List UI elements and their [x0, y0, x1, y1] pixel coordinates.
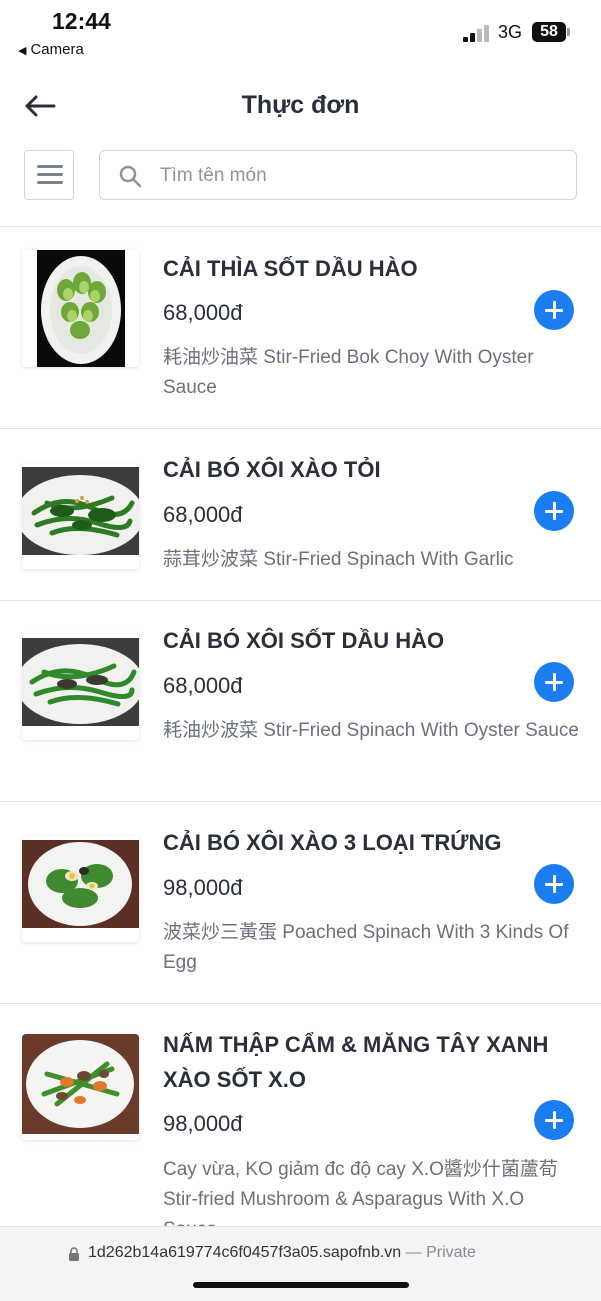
add-to-cart-button[interactable]	[534, 1100, 574, 1140]
item-name: CẢI THÌA SỐT DẦU HÀO	[163, 256, 418, 281]
item-description: 蒜茸炒波菜 Stir-Fried Spinach With Garlic	[163, 549, 514, 570]
browser-address-bar[interactable]: 1d262b14a619774c6f0457f3a05.sapofnb.vn —…	[0, 1226, 601, 1301]
search-icon	[119, 165, 142, 188]
category-menu-button[interactable]	[24, 150, 74, 200]
back-triangle-icon: ◀	[18, 45, 27, 57]
privacy-label: — Private	[405, 1244, 476, 1261]
search-box[interactable]	[99, 150, 577, 200]
item-image-bok-choy[interactable]	[22, 250, 139, 367]
search-input[interactable]	[158, 151, 562, 200]
url-domain: 1d262b14a619774c6f0457f3a05.sapofnb.vn	[88, 1244, 402, 1261]
hamburger-icon	[37, 165, 63, 168]
add-to-cart-button[interactable]	[534, 662, 574, 702]
url-text[interactable]: 1d262b14a619774c6f0457f3a05.sapofnb.vn —…	[88, 1244, 476, 1262]
item-price: 98,000đ	[163, 1111, 243, 1136]
item-name: CẢI BÓ XÔI SỐT DẦU HÀO	[163, 628, 445, 653]
add-to-cart-button[interactable]	[534, 491, 574, 531]
lock-icon	[69, 1247, 79, 1261]
item-divider	[0, 600, 601, 601]
status-time: 12:44	[52, 8, 111, 34]
battery-icon: 58	[532, 22, 566, 42]
back-to-camera-link[interactable]: ◀ Camera	[18, 41, 84, 58]
item-name: CẢI BÓ XÔI XÀO TỎI	[163, 457, 381, 482]
status-bar: 12:44 ◀ Camera 3G 58	[0, 0, 601, 70]
item-price: 68,000đ	[163, 502, 243, 527]
item-price: 68,000đ	[163, 673, 243, 698]
item-price: 98,000đ	[163, 875, 243, 900]
header-divider	[0, 226, 601, 227]
network-type: 3G	[498, 22, 523, 42]
home-indicator[interactable]	[193, 1282, 409, 1288]
item-price: 68,000đ	[163, 300, 243, 325]
item-divider	[0, 1003, 601, 1004]
item-divider	[0, 428, 601, 429]
item-name: CẢI BÓ XÔI XÀO 3 LOẠI TRỨNG	[163, 830, 502, 855]
item-description: 耗油炒油菜 Stir-Fried Bok Choy With Oyster Sa…	[163, 347, 534, 398]
signal-icon	[463, 24, 491, 42]
item-divider	[0, 801, 601, 802]
add-to-cart-button[interactable]	[534, 290, 574, 330]
item-image-spinach-oyster[interactable]	[22, 634, 139, 740]
item-description: 耗油炒波菜 Stir-Fried Spinach With Oyster Sau…	[163, 720, 579, 741]
page-title: Thực đơn	[241, 91, 360, 119]
battery-tip	[567, 28, 570, 36]
item-name: NẤM THẬP CẨM & MĂNG TÂY XANH XÀO SỐT X.O	[163, 1032, 549, 1092]
item-image-spinach-eggs[interactable]	[22, 836, 139, 942]
back-app-label: Camera	[30, 41, 84, 58]
battery-level: 58	[540, 23, 558, 40]
item-description: 波菜炒三黃蛋 Poached Spinach With 3 Kinds Of E…	[163, 922, 569, 973]
item-image-spinach-garlic[interactable]	[22, 463, 139, 569]
item-image-mushroom-asparagus[interactable]	[22, 1034, 139, 1140]
add-to-cart-button[interactable]	[534, 864, 574, 904]
